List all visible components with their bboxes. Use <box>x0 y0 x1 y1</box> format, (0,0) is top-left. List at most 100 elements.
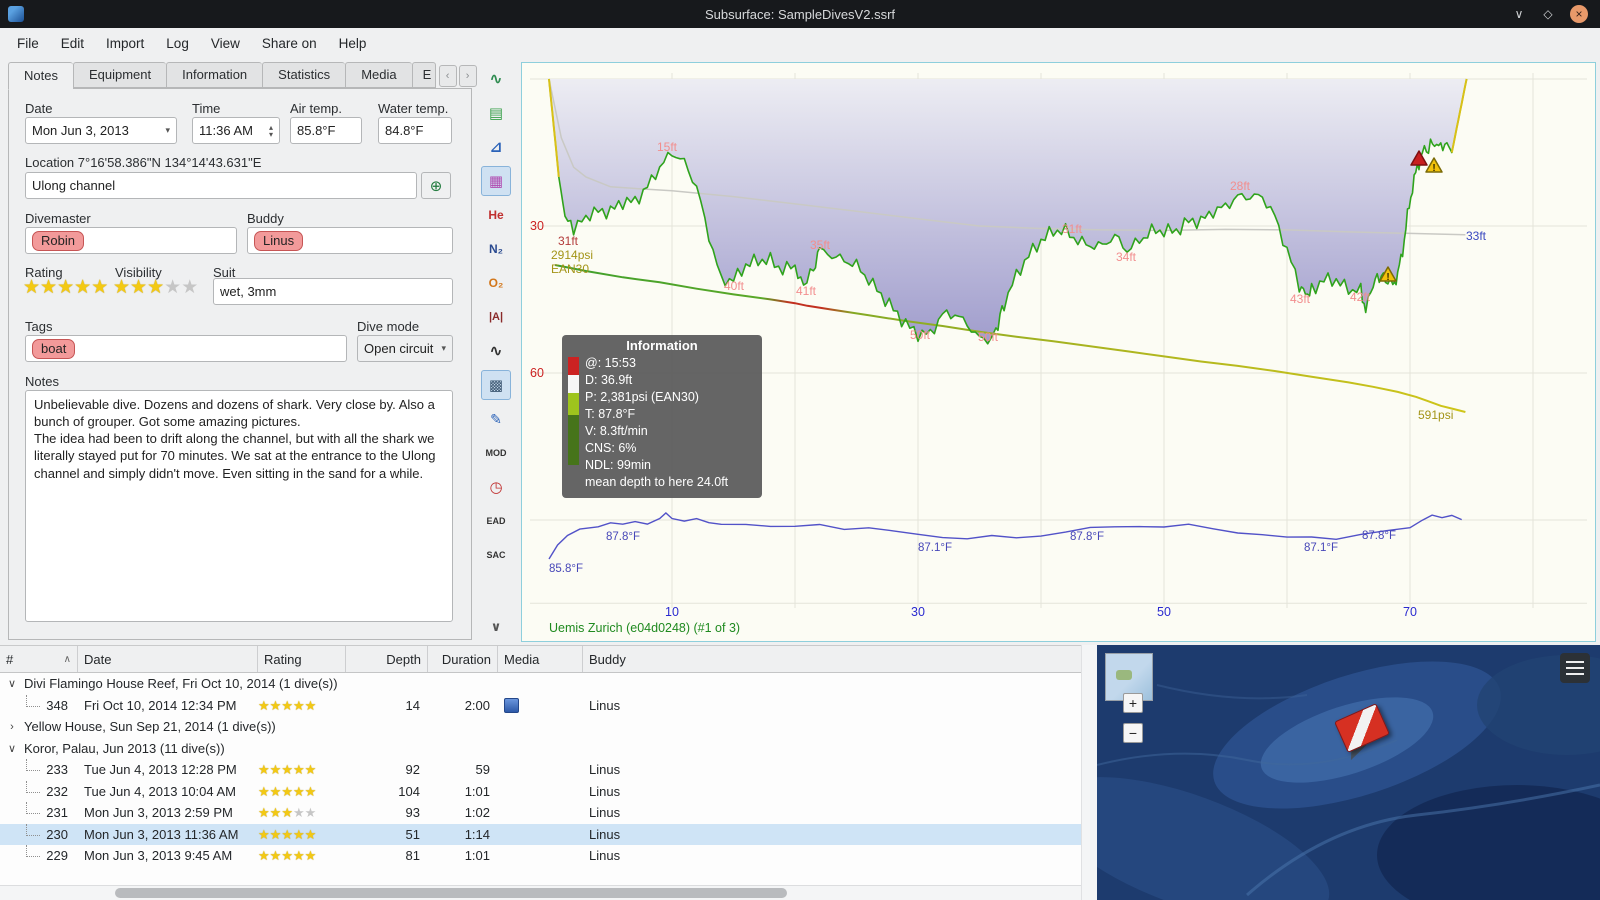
title-bar[interactable]: Subsurface: SampleDivesV2.ssrf ∨ ◇ × <box>0 0 1600 28</box>
dive-profile-panel[interactable]: 15ft 31ft 40ft 41ft 35ft 50ft 50ft 31ft 34ft 28ft… <box>521 62 1596 642</box>
suit-input[interactable] <box>220 284 446 299</box>
tab-information[interactable]: Information <box>166 62 263 88</box>
dive-row[interactable]: 233 Tue Jun 4, 2013 12:28 PM ★ ★ ★ ★ ★ 92 59 Linu… <box>0 759 1081 781</box>
toggle-heartrate-icon[interactable]: ∿ <box>481 336 511 366</box>
menu-share-on[interactable]: Share on <box>251 31 328 56</box>
trip-row[interactable]: ∨ Koror, Palau, Jun 2013 (11 dive(s)) <box>0 738 1081 760</box>
toggle-ead-icon[interactable]: EAD <box>481 506 511 536</box>
tab-statistics[interactable]: Statistics <box>262 62 346 88</box>
dive-mode-label: Dive mode <box>357 319 420 334</box>
toggle-mod-icon[interactable]: MOD <box>481 438 511 468</box>
water-temp-field[interactable] <box>378 117 452 144</box>
minimize-button[interactable]: ∨ <box>1512 7 1526 21</box>
svg-text:30: 30 <box>911 605 925 619</box>
toggle-ceiling-icon[interactable]: ▦ <box>481 166 511 196</box>
location-field[interactable] <box>25 172 417 199</box>
menu-edit[interactable]: Edit <box>50 31 95 56</box>
dive-mode-select[interactable]: Open circuit ▾ <box>357 335 453 362</box>
toggle-edit-icon[interactable]: ✎ <box>481 404 511 434</box>
time-spinner[interactable]: ▴ ▾ <box>269 123 273 138</box>
menu-help[interactable]: Help <box>328 31 378 56</box>
water-temp-input[interactable] <box>385 123 445 138</box>
tag-chip[interactable]: boat <box>32 338 76 359</box>
star-icon: ★ <box>304 848 317 864</box>
column-header-media[interactable]: Media <box>498 646 583 672</box>
map-lookup-button[interactable]: ⊕ <box>421 172 451 199</box>
dive-row[interactable]: 229 Mon Jun 3, 2013 9:45 AM ★ ★ ★ ★ ★ 81 1:01 Lin… <box>0 845 1081 867</box>
divemaster-field[interactable]: Robin <box>25 227 237 254</box>
toolbar-scroll-down-icon[interactable]: ∨ <box>481 612 511 642</box>
dive-number: 230 <box>46 826 68 842</box>
star-icon: ★ <box>23 277 41 298</box>
map-terrain <box>1097 645 1600 900</box>
scrollbar-thumb[interactable] <box>115 888 787 898</box>
dive-row[interactable]: 231 Mon Jun 3, 2013 2:59 PM ★ ★ ★ ★ ★ 93 1:02 Lin… <box>0 802 1081 824</box>
tab-scroll-right-button[interactable]: › <box>458 65 477 87</box>
buddy-tag[interactable]: Linus <box>254 230 304 251</box>
expand-icon[interactable]: › <box>6 721 18 733</box>
tab-notes[interactable]: Notes <box>8 62 73 90</box>
tree-branch <box>26 780 40 793</box>
trip-row[interactable]: › Yellow House, Sun Sep 21, 2014 (1 dive(… <box>0 716 1081 738</box>
column-header-rating[interactable]: Rating <box>258 646 346 672</box>
notes-textarea[interactable]: Unbelievable dive. Dozens and dozens of … <box>25 390 453 622</box>
vertical-scrollbar[interactable] <box>1081 645 1097 900</box>
close-button[interactable]: × <box>1570 5 1588 23</box>
menu-log[interactable]: Log <box>155 31 200 56</box>
dive-row[interactable]: 230 Mon Jun 3, 2013 11:36 AM ★ ★ ★ ★ ★ 51 1:14 Li… <box>0 823 1081 845</box>
column-header-num[interactable]: # ∧ <box>0 646 78 672</box>
tab-equipment[interactable]: Equipment <box>72 62 167 88</box>
toggle-ruler-icon[interactable]: ⊿ <box>481 132 511 162</box>
app-icon <box>8 6 24 22</box>
media-icon[interactable] <box>504 697 519 713</box>
trip-row[interactable]: ∨ Divi Flamingo House Reef, Fri Oct 10, 2… <box>0 673 1081 695</box>
divemaster-tag[interactable]: Robin <box>32 230 84 251</box>
time-input[interactable]: 11:36 AM ▴ ▾ <box>192 117 280 144</box>
column-header-depth[interactable]: Depth <box>346 646 428 672</box>
toggle-grid-icon[interactable]: ▤ <box>481 98 511 128</box>
collapse-icon[interactable]: ∨ <box>6 677 18 690</box>
suit-field[interactable] <box>213 278 453 305</box>
column-header-duration[interactable]: Duration <box>428 646 498 672</box>
visibility-stars[interactable]: ★ ★ ★ ★ ★ <box>113 278 198 298</box>
menu-import[interactable]: Import <box>95 31 155 56</box>
tab-media[interactable]: Media <box>345 62 412 88</box>
collapse-icon[interactable]: ∨ <box>6 742 18 755</box>
menu-view[interactable]: View <box>200 31 251 56</box>
dive-info-panel: Notes Equipment Information Statistics Media… <box>8 62 477 640</box>
toggle-sac-icon[interactable]: SAC <box>481 540 511 570</box>
toggle-pp-o2-icon[interactable]: O₂ <box>481 268 511 298</box>
toggle-pp-n2-icon[interactable]: N₂ <box>481 234 511 264</box>
dive-date: Fri Oct 10, 2014 12:34 PM <box>84 697 237 713</box>
svg-text:87.8°F: 87.8°F <box>1362 530 1396 542</box>
toggle-pp-he-icon[interactable]: He <box>481 200 511 230</box>
location-input[interactable] <box>32 178 410 193</box>
dive-row[interactable]: 232 Tue Jun 4, 2013 10:04 AM ★ ★ ★ ★ ★ 104 1:01 L… <box>0 780 1081 803</box>
map-menu-button[interactable] <box>1560 653 1590 683</box>
horizontal-scrollbar[interactable] <box>0 885 1081 900</box>
map-zoom-in-button[interactable]: + <box>1123 693 1143 713</box>
tab-e[interactable]: E <box>411 62 436 88</box>
toggle-tissues-icon[interactable]: ▩ <box>481 370 511 400</box>
maximize-button[interactable]: ◇ <box>1541 7 1555 21</box>
dive-map[interactable]: + − <box>1097 645 1600 900</box>
column-header-buddy[interactable]: Buddy <box>583 646 1081 672</box>
dive-row[interactable]: 348 Fri Oct 10, 2014 12:34 PM ★ ★ ★ ★ ★ 14 2:00 L… <box>0 694 1081 717</box>
toggle-pictures-icon[interactable]: ∿ <box>481 64 511 94</box>
air-temp-field[interactable] <box>290 117 362 144</box>
star-icon: ★ <box>91 277 109 298</box>
menu-file[interactable]: File <box>6 31 50 56</box>
tags-field[interactable]: boat <box>25 335 347 362</box>
date-select[interactable]: Mon Jun 3, 2013 ▾ <box>25 117 177 144</box>
toggle-deco-icon[interactable]: ◷ <box>481 472 511 502</box>
air-temp-input[interactable] <box>297 123 355 138</box>
buddy-field[interactable]: Linus <box>247 227 453 254</box>
rating-stars[interactable]: ★ ★ ★ ★ ★ <box>23 278 108 298</box>
svg-text:31ft: 31ft <box>558 234 579 248</box>
map-zoom-out-button[interactable]: − <box>1123 723 1143 743</box>
column-header-date[interactable]: Date <box>78 646 258 672</box>
toggle-ambient-icon[interactable]: |A| <box>481 302 511 332</box>
dive-site-marker[interactable] <box>1334 703 1395 769</box>
tab-scroll-left-button[interactable]: ‹ <box>438 65 457 87</box>
svg-text:87.8°F: 87.8°F <box>606 531 640 543</box>
